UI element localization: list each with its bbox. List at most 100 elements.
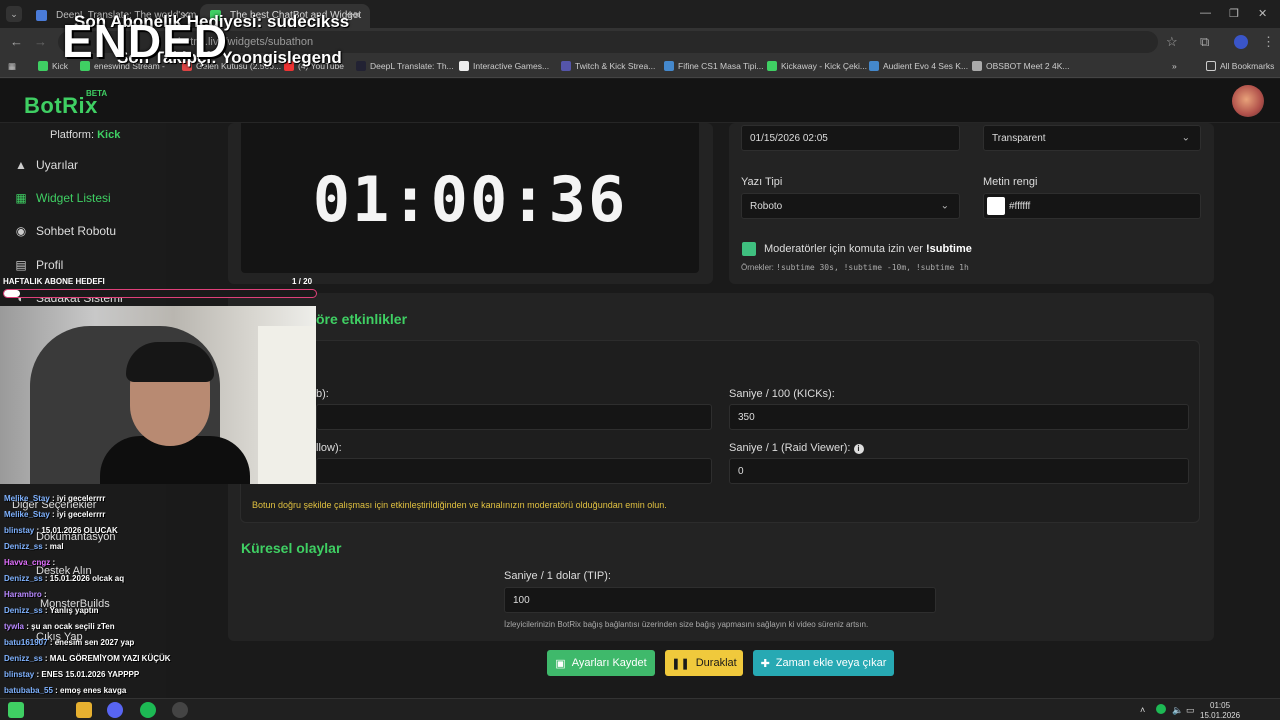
- spotify-icon[interactable]: [140, 702, 156, 718]
- streamer-hair: [126, 342, 214, 382]
- chat-message: Melike_Stay : iyi gecelerrrr: [4, 494, 105, 503]
- profile-icon[interactable]: [1234, 35, 1248, 49]
- more-bookmarks-icon[interactable]: »: [1172, 61, 1177, 71]
- check-icon: [869, 61, 879, 71]
- check-icon: [664, 61, 674, 71]
- chat-username: Denizz_ss: [4, 574, 43, 583]
- user-avatar[interactable]: [1232, 85, 1264, 117]
- minimize-icon[interactable]: —: [1200, 7, 1211, 19]
- goal-count: 1 / 20: [292, 277, 313, 286]
- bookmark-twitch-kick[interactable]: Twitch & Kick Strea...: [561, 61, 655, 71]
- tip-note: İzleyicilerinizin BotRix bağış bağlantıs…: [504, 620, 869, 629]
- bookmark-fifine[interactable]: Fifine CS1 Masa Tipi...: [664, 61, 764, 71]
- folder-taskbar-icon[interactable]: [76, 702, 92, 718]
- chat-message: Denizz_ss : Yanlış yaptın: [4, 606, 99, 615]
- kick-taskbar-icon[interactable]: [8, 702, 24, 718]
- sidebar-item-widgets[interactable]: ▦ Widget Listesi: [14, 191, 110, 205]
- back-icon[interactable]: ←: [10, 34, 23, 49]
- global-events-title: Küresel olaylar: [241, 540, 342, 556]
- sidebar-item-alerts[interactable]: ▲ Uyarılar: [14, 158, 78, 172]
- folder-icon: [1206, 61, 1216, 71]
- kicks-seconds-label: Saniye / 100 (KICKs):: [729, 388, 835, 400]
- save-settings-button[interactable]: ▣ Ayarları Kaydet: [547, 650, 655, 676]
- chat-text: : enesim sen 2027 yap: [49, 638, 135, 647]
- bookmark-star-icon[interactable]: ☆: [1166, 34, 1178, 50]
- chat-text: : ENES 15.01.2026 YAPPPP: [36, 670, 140, 679]
- kick-icon: [38, 61, 48, 71]
- chat-username: Denizz_ss: [4, 654, 43, 663]
- pause-button[interactable]: ❚❚ Duraklat: [665, 650, 743, 676]
- chat-message: blinstay : ENES 15.01.2026 YAPPPP: [4, 670, 139, 679]
- apps-grid-icon[interactable]: ▦: [8, 61, 16, 72]
- chat-message: Denizz_ss : 15.01.2026 olcak aq: [4, 574, 124, 583]
- chat-text: : MAL GÖREMİYOM YAZI KÜÇÜK: [44, 654, 171, 663]
- chat-username: Harambro: [4, 590, 42, 599]
- color-swatch[interactable]: [987, 197, 1005, 215]
- sub-seconds-input[interactable]: [316, 404, 712, 430]
- kicks-seconds-input[interactable]: 350: [729, 404, 1189, 430]
- sub-events-panel: [240, 340, 1200, 523]
- background-select[interactable]: Transparent ⌄: [983, 125, 1201, 151]
- chat-username: Havva_cngz: [4, 558, 51, 567]
- obs-icon[interactable]: [172, 702, 188, 718]
- chat-username: Denizz_ss: [4, 606, 43, 615]
- bookmark-deepl[interactable]: DeepL Translate: Th...: [356, 61, 454, 71]
- chat-message: Denizz_ss : mal: [4, 542, 64, 551]
- chat-text: : iyi gecelerrrr: [52, 510, 106, 519]
- font-label: Yazı Tipi: [741, 176, 783, 188]
- sub-seconds-label: b):: [316, 388, 329, 400]
- discord-icon[interactable]: [107, 702, 123, 718]
- extensions-icon[interactable]: ⧉: [1200, 34, 1209, 50]
- font-select[interactable]: Roboto ⌄: [741, 193, 960, 219]
- tip-seconds-input[interactable]: 100: [504, 587, 936, 613]
- bookmark-interactive-games[interactable]: Interactive Games...: [459, 61, 549, 71]
- beta-badge: BETA: [86, 89, 108, 98]
- chat-username: blinstay: [4, 670, 35, 679]
- forward-icon[interactable]: →: [34, 34, 47, 49]
- timer-display: 01:00:36: [312, 163, 628, 236]
- chat-message: Havva_cngz :: [4, 558, 55, 567]
- close-window-icon[interactable]: ✕: [1258, 7, 1267, 20]
- chat-username: tywla: [4, 622, 25, 631]
- mod-command-checkbox[interactable]: [742, 242, 756, 256]
- webcam-feed: [0, 306, 316, 484]
- speaker-icon[interactable]: 🔈: [1172, 705, 1183, 716]
- network-icon[interactable]: ▭: [1186, 705, 1195, 716]
- chat-text: : 15.01.2026 OLUCAK: [36, 526, 118, 535]
- taskbar: ˄ 🔈 ▭ 01:05 15.01.2026: [0, 698, 1280, 720]
- stream-chat: Melike_Stay : iyi gecelerrrr Melike_Stay …: [0, 490, 210, 720]
- taskbar-clock[interactable]: 01:05 15.01.2026: [1200, 701, 1240, 720]
- info-icon[interactable]: i: [853, 444, 864, 454]
- sidebar-item-profile[interactable]: ▤ Profil: [14, 258, 63, 272]
- text-color-label: Metin rengi: [983, 176, 1038, 188]
- add-time-button[interactable]: ✚ Zaman ekle veya çıkar: [753, 650, 894, 676]
- follow-seconds-input[interactable]: [316, 458, 712, 484]
- chat-username: Melike_Stay: [4, 494, 50, 503]
- end-date-input[interactable]: 01/15/2026 02:05: [741, 125, 960, 151]
- all-bookmarks[interactable]: All Bookmarks: [1206, 61, 1274, 71]
- platform-indicator: Platform: Kick: [50, 129, 121, 141]
- chat-message: Harambro :: [4, 590, 47, 599]
- spotify-tray-icon[interactable]: [1156, 704, 1166, 714]
- tray-chevron-icon[interactable]: ˄: [1140, 705, 1145, 715]
- tab-search-icon[interactable]: ⌄: [6, 6, 22, 22]
- bookmark-obsbot[interactable]: OBSBOT Meet 2 4K...: [972, 61, 1069, 71]
- background-select-value: Transparent: [992, 132, 1046, 144]
- text-color-value: #ffffff: [1009, 200, 1031, 212]
- moderator-warning: Botun doğru şekilde çalışması için etkin…: [252, 500, 667, 510]
- weekly-sub-goal: HAFTALIK ABONE HEDEFI 1 / 20: [0, 277, 318, 303]
- restore-icon[interactable]: ❐: [1229, 7, 1239, 20]
- screen: ⌄ DeepL Translate: The world's m ✕ The b…: [0, 0, 1280, 720]
- text-color-input[interactable]: #ffffff: [983, 193, 1201, 219]
- menu-kebab-icon[interactable]: ⋮: [1262, 34, 1275, 50]
- sidebar-item-chatbot[interactable]: ◉ Sohbet Robotu: [14, 224, 116, 238]
- chat-text: : 15.01.2026 olcak aq: [44, 574, 125, 583]
- app-header: BotRix BETA: [0, 79, 1280, 123]
- raid-seconds-input[interactable]: 0: [729, 458, 1189, 484]
- bookmark-kickaway[interactable]: Kickaway - Kick Çeki...: [767, 61, 867, 71]
- bookmark-audient[interactable]: Audient Evo 4 Ses K...: [869, 61, 968, 71]
- id-card-icon: ▤: [15, 258, 27, 272]
- door: [258, 326, 316, 484]
- grid-icon: ▦: [15, 191, 27, 205]
- chat-username: batubaba_55: [4, 686, 53, 695]
